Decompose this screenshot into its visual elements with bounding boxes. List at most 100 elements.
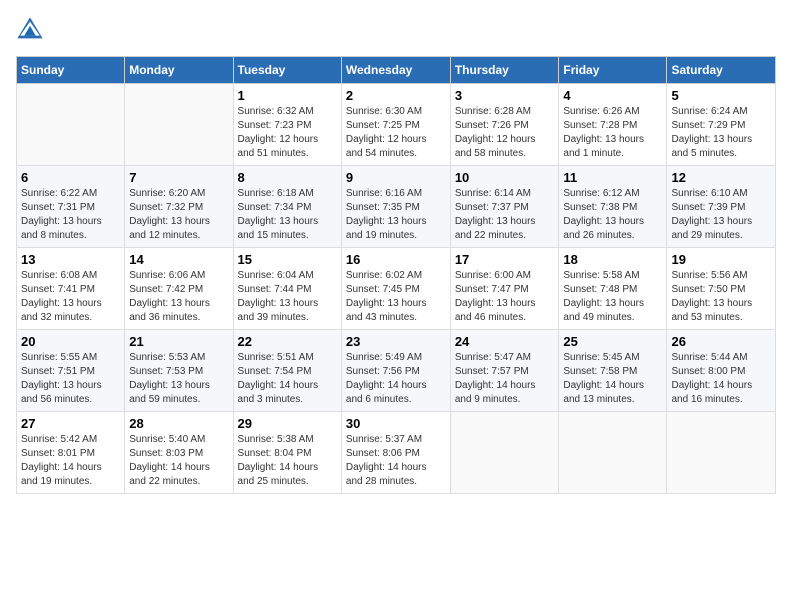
day-number: 13 xyxy=(21,252,120,267)
day-number: 23 xyxy=(346,334,446,349)
day-info: Sunrise: 6:08 AM Sunset: 7:41 PM Dayligh… xyxy=(21,269,120,325)
day-number: 22 xyxy=(238,334,337,349)
day-number: 15 xyxy=(238,252,337,267)
day-info: Sunrise: 5:55 AM Sunset: 7:51 PM Dayligh… xyxy=(21,351,120,407)
day-info: Sunrise: 5:58 AM Sunset: 7:48 PM Dayligh… xyxy=(563,269,662,325)
weekday-header-saturday: Saturday xyxy=(667,57,776,84)
day-info: Sunrise: 6:06 AM Sunset: 7:42 PM Dayligh… xyxy=(129,269,228,325)
day-info: Sunrise: 6:28 AM Sunset: 7:26 PM Dayligh… xyxy=(455,105,555,161)
day-info: Sunrise: 6:32 AM Sunset: 7:23 PM Dayligh… xyxy=(238,105,337,161)
day-number: 25 xyxy=(563,334,662,349)
day-number: 17 xyxy=(455,252,555,267)
day-number: 18 xyxy=(563,252,662,267)
calendar-cell: 30 Sunrise: 5:37 AM Sunset: 8:06 PM Dayli… xyxy=(341,412,450,494)
calendar-cell: 23 Sunrise: 5:49 AM Sunset: 7:56 PM Dayli… xyxy=(341,330,450,412)
calendar-cell: 4 Sunrise: 6:26 AM Sunset: 7:28 PM Daylig… xyxy=(559,84,667,166)
calendar-cell xyxy=(559,412,667,494)
calendar-cell: 10 Sunrise: 6:14 AM Sunset: 7:37 PM Dayli… xyxy=(450,166,559,248)
week-row-1: 1 Sunrise: 6:32 AM Sunset: 7:23 PM Daylig… xyxy=(17,84,776,166)
week-row-2: 6 Sunrise: 6:22 AM Sunset: 7:31 PM Daylig… xyxy=(17,166,776,248)
calendar-cell: 15 Sunrise: 6:04 AM Sunset: 7:44 PM Dayli… xyxy=(233,248,341,330)
day-number: 1 xyxy=(238,88,337,103)
day-number: 6 xyxy=(21,170,120,185)
day-info: Sunrise: 5:53 AM Sunset: 7:53 PM Dayligh… xyxy=(129,351,228,407)
calendar-cell: 9Sunrise: 6:16 AM Sunset: 7:35 PM Daylig… xyxy=(341,166,450,248)
day-info: Sunrise: 6:12 AM Sunset: 7:38 PM Dayligh… xyxy=(563,187,662,243)
day-number: 10 xyxy=(455,170,555,185)
day-info: Sunrise: 6:24 AM Sunset: 7:29 PM Dayligh… xyxy=(671,105,771,161)
day-number: 24 xyxy=(455,334,555,349)
calendar-cell xyxy=(17,84,125,166)
calendar-cell: 21 Sunrise: 5:53 AM Sunset: 7:53 PM Dayli… xyxy=(125,330,233,412)
calendar-cell: 11 Sunrise: 6:12 AM Sunset: 7:38 PM Dayli… xyxy=(559,166,667,248)
day-info: Sunrise: 5:47 AM Sunset: 7:57 PM Dayligh… xyxy=(455,351,555,407)
day-number: 4 xyxy=(563,88,662,103)
calendar-cell: 5 Sunrise: 6:24 AM Sunset: 7:29 PM Daylig… xyxy=(667,84,776,166)
day-number: 19 xyxy=(671,252,771,267)
calendar-cell xyxy=(125,84,233,166)
calendar-cell xyxy=(667,412,776,494)
calendar-cell: 6 Sunrise: 6:22 AM Sunset: 7:31 PM Daylig… xyxy=(17,166,125,248)
calendar-cell: 2Sunrise: 6:30 AM Sunset: 7:25 PM Daylig… xyxy=(341,84,450,166)
day-number: 12 xyxy=(671,170,771,185)
weekday-header-wednesday: Wednesday xyxy=(341,57,450,84)
header xyxy=(16,16,776,44)
day-number: 21 xyxy=(129,334,228,349)
day-info: Sunrise: 6:22 AM Sunset: 7:31 PM Dayligh… xyxy=(21,187,120,243)
day-info: Sunrise: 6:04 AM Sunset: 7:44 PM Dayligh… xyxy=(238,269,337,325)
calendar-cell: 12Sunrise: 6:10 AM Sunset: 7:39 PM Dayli… xyxy=(667,166,776,248)
day-info: Sunrise: 5:37 AM Sunset: 8:06 PM Dayligh… xyxy=(346,433,446,489)
logo-icon xyxy=(16,16,44,44)
week-row-4: 20 Sunrise: 5:55 AM Sunset: 7:51 PM Dayli… xyxy=(17,330,776,412)
calendar-cell: 28 Sunrise: 5:40 AM Sunset: 8:03 PM Dayli… xyxy=(125,412,233,494)
calendar-cell: 16 Sunrise: 6:02 AM Sunset: 7:45 PM Dayli… xyxy=(341,248,450,330)
weekday-header-friday: Friday xyxy=(559,57,667,84)
day-info: Sunrise: 5:40 AM Sunset: 8:03 PM Dayligh… xyxy=(129,433,228,489)
day-info: Sunrise: 5:49 AM Sunset: 7:56 PM Dayligh… xyxy=(346,351,446,407)
day-number: 11 xyxy=(563,170,662,185)
calendar-cell: 3 Sunrise: 6:28 AM Sunset: 7:26 PM Daylig… xyxy=(450,84,559,166)
day-number: 2 xyxy=(346,88,446,103)
day-number: 26 xyxy=(671,334,771,349)
calendar-cell: 1 Sunrise: 6:32 AM Sunset: 7:23 PM Daylig… xyxy=(233,84,341,166)
day-info: Sunrise: 5:42 AM Sunset: 8:01 PM Dayligh… xyxy=(21,433,120,489)
day-number: 14 xyxy=(129,252,228,267)
day-info: Sunrise: 6:00 AM Sunset: 7:47 PM Dayligh… xyxy=(455,269,555,325)
calendar-cell: 29 Sunrise: 5:38 AM Sunset: 8:04 PM Dayli… xyxy=(233,412,341,494)
weekday-header-sunday: Sunday xyxy=(17,57,125,84)
calendar-cell: 26 Sunrise: 5:44 AM Sunset: 8:00 PM Dayli… xyxy=(667,330,776,412)
day-number: 5 xyxy=(671,88,771,103)
day-info: Sunrise: 6:20 AM Sunset: 7:32 PM Dayligh… xyxy=(129,187,228,243)
calendar-cell: 7Sunrise: 6:20 AM Sunset: 7:32 PM Daylig… xyxy=(125,166,233,248)
calendar-cell: 8Sunrise: 6:18 AM Sunset: 7:34 PM Daylig… xyxy=(233,166,341,248)
day-number: 20 xyxy=(21,334,120,349)
day-info: Sunrise: 6:26 AM Sunset: 7:28 PM Dayligh… xyxy=(563,105,662,161)
day-info: Sunrise: 6:02 AM Sunset: 7:45 PM Dayligh… xyxy=(346,269,446,325)
day-info: Sunrise: 6:14 AM Sunset: 7:37 PM Dayligh… xyxy=(455,187,555,243)
calendar-cell: 27 Sunrise: 5:42 AM Sunset: 8:01 PM Dayli… xyxy=(17,412,125,494)
day-number: 28 xyxy=(129,416,228,431)
weekday-header-monday: Monday xyxy=(125,57,233,84)
weekday-header-tuesday: Tuesday xyxy=(233,57,341,84)
calendar-cell: 17 Sunrise: 6:00 AM Sunset: 7:47 PM Dayli… xyxy=(450,248,559,330)
calendar-cell: 19Sunrise: 5:56 AM Sunset: 7:50 PM Dayli… xyxy=(667,248,776,330)
calendar-cell: 25 Sunrise: 5:45 AM Sunset: 7:58 PM Dayli… xyxy=(559,330,667,412)
calendar-cell: 18 Sunrise: 5:58 AM Sunset: 7:48 PM Dayli… xyxy=(559,248,667,330)
calendar-cell: 13 Sunrise: 6:08 AM Sunset: 7:41 PM Dayli… xyxy=(17,248,125,330)
day-number: 3 xyxy=(455,88,555,103)
day-number: 16 xyxy=(346,252,446,267)
day-number: 29 xyxy=(238,416,337,431)
day-number: 9 xyxy=(346,170,446,185)
day-info: Sunrise: 5:44 AM Sunset: 8:00 PM Dayligh… xyxy=(671,351,771,407)
day-info: Sunrise: 5:38 AM Sunset: 8:04 PM Dayligh… xyxy=(238,433,337,489)
calendar-cell: 22Sunrise: 5:51 AM Sunset: 7:54 PM Dayli… xyxy=(233,330,341,412)
day-info: Sunrise: 6:18 AM Sunset: 7:34 PM Dayligh… xyxy=(238,187,337,243)
calendar-cell xyxy=(450,412,559,494)
day-number: 27 xyxy=(21,416,120,431)
day-info: Sunrise: 5:45 AM Sunset: 7:58 PM Dayligh… xyxy=(563,351,662,407)
calendar-cell: 14 Sunrise: 6:06 AM Sunset: 7:42 PM Dayli… xyxy=(125,248,233,330)
week-row-3: 13 Sunrise: 6:08 AM Sunset: 7:41 PM Dayli… xyxy=(17,248,776,330)
calendar-table: SundayMondayTuesdayWednesdayThursdayFrid… xyxy=(16,56,776,494)
weekday-header-row: SundayMondayTuesdayWednesdayThursdayFrid… xyxy=(17,57,776,84)
day-number: 30 xyxy=(346,416,446,431)
